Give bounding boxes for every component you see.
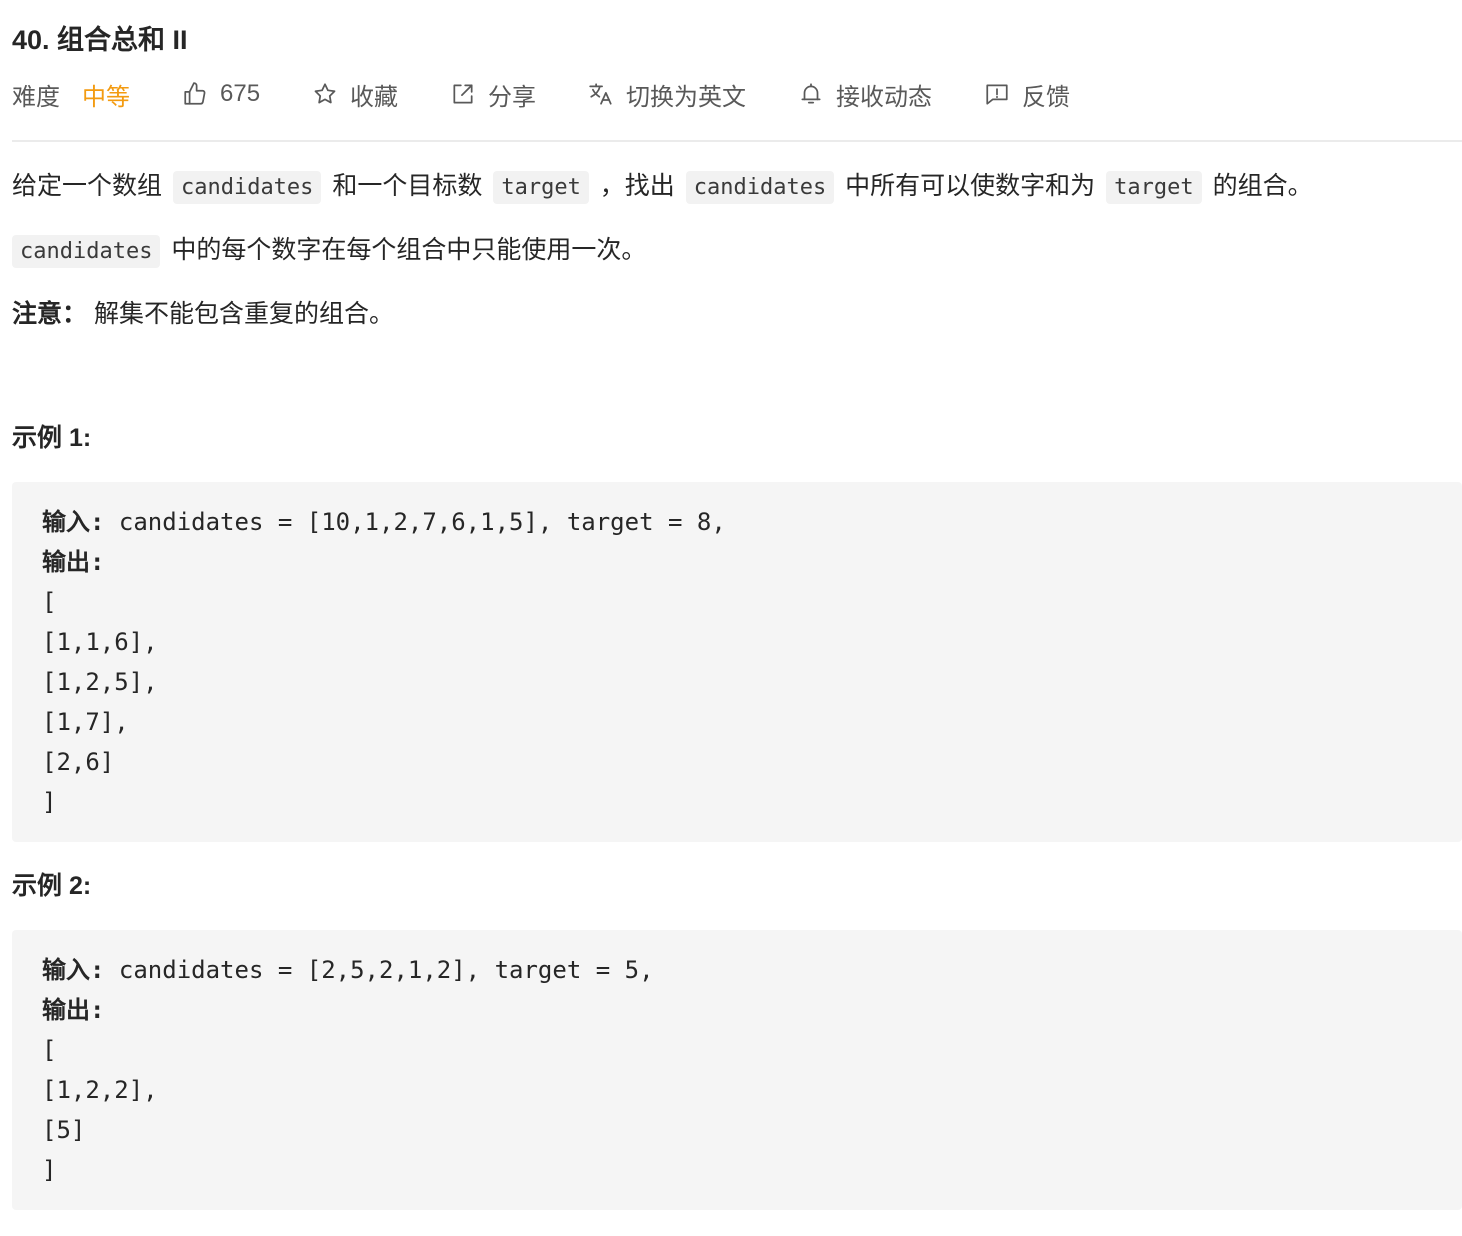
subscribe-button[interactable]: 接收动态 — [798, 77, 932, 112]
desc-text: 和一个目标数 — [332, 172, 483, 200]
share-icon — [450, 81, 476, 107]
translate-icon — [588, 81, 614, 107]
difficulty: 难度 中等 — [12, 77, 130, 112]
difficulty-label: 难度 — [12, 83, 60, 111]
desc-text: 给定一个数组 — [12, 172, 163, 200]
subscribe-label: 接收动态 — [836, 83, 933, 111]
switch-language-button[interactable]: 切换为英文 — [588, 77, 746, 112]
code-line: [ — [42, 588, 57, 616]
description-paragraph-1: 给定一个数组 candidates 和一个目标数 target ，找出 cand… — [12, 166, 1462, 208]
description-note: 注意： 解集不能包含重复的组合。 — [12, 294, 1462, 334]
code-line: [5] — [42, 1116, 86, 1144]
inline-code: target — [493, 171, 589, 204]
code-line: [1,2,2], — [42, 1076, 158, 1104]
example-1-title: 示例 1: — [12, 424, 92, 452]
code-line: ] — [42, 1156, 57, 1184]
code-line: 输入: candidates = [2,5,2,1,2], target = 5… — [42, 950, 1432, 990]
code-line: ] — [42, 788, 57, 816]
code-line: 输出: — [42, 542, 1432, 582]
note-label: 注意： — [12, 300, 88, 328]
inline-code: target — [1106, 171, 1202, 204]
desc-text: 中的每个数字在每个组合中只能使用一次。 — [171, 236, 647, 264]
problem-title: 40. 组合总和 II — [12, 25, 188, 55]
output-label: 输出: — [42, 996, 105, 1024]
share-label: 分享 — [488, 83, 537, 111]
code-line: [2,6] — [42, 748, 115, 776]
like-button[interactable]: 675 — [182, 80, 260, 108]
like-count: 675 — [220, 80, 261, 107]
inline-code: candidates — [172, 171, 322, 204]
code-line: [ — [42, 1036, 57, 1064]
input-value: candidates = [10,1,2,7,6,1,5], target = … — [104, 508, 726, 536]
feedback-label: 反馈 — [1022, 83, 1071, 111]
star-icon — [312, 81, 338, 107]
code-line: [1,7], — [42, 708, 129, 736]
thumbs-up-icon — [182, 81, 208, 107]
feedback-button[interactable]: 反馈 — [984, 77, 1070, 112]
inline-code: candidates — [685, 171, 835, 204]
input-value: candidates = [2,5,2,1,2], target = 5, — [104, 956, 654, 984]
inline-code: candidates — [12, 235, 161, 268]
problem-meta-bar: 难度 中等 675 收藏 分享 切换为英文 接收动态 反馈 — [12, 74, 1122, 114]
favorite-button[interactable]: 收藏 — [312, 77, 398, 112]
desc-text: 解集不能包含重复的组合。 — [93, 300, 394, 328]
code-line: [1,2,5], — [42, 668, 158, 696]
output-label: 输出: — [42, 548, 105, 576]
difficulty-value: 中等 — [82, 83, 130, 111]
example-1-code-block: 输入: candidates = [10,1,2,7,6,1,5], targe… — [12, 482, 1462, 842]
favorite-label: 收藏 — [350, 83, 399, 111]
desc-text: ，找出 — [599, 172, 675, 200]
example-2-code-block: 输入: candidates = [2,5,2,1,2], target = 5… — [12, 930, 1462, 1210]
code-line: 输出: — [42, 990, 1432, 1030]
code-line: 输入: candidates = [10,1,2,7,6,1,5], targe… — [42, 502, 1432, 542]
share-button[interactable]: 分享 — [450, 77, 536, 112]
code-line: [1,1,6], — [42, 628, 158, 656]
input-label: 输入: — [42, 956, 105, 984]
switch-language-label: 切换为英文 — [626, 83, 747, 111]
input-label: 输入: — [42, 508, 105, 536]
example-2-title: 示例 2: — [12, 872, 92, 900]
desc-text: 的组合。 — [1212, 172, 1313, 200]
desc-text: 中所有可以使数字和为 — [845, 172, 1096, 200]
description-paragraph-2: candidates 中的每个数字在每个组合中只能使用一次。 — [12, 230, 1462, 272]
feedback-icon — [984, 81, 1010, 107]
header-divider — [12, 140, 1462, 142]
bell-icon — [798, 81, 824, 107]
